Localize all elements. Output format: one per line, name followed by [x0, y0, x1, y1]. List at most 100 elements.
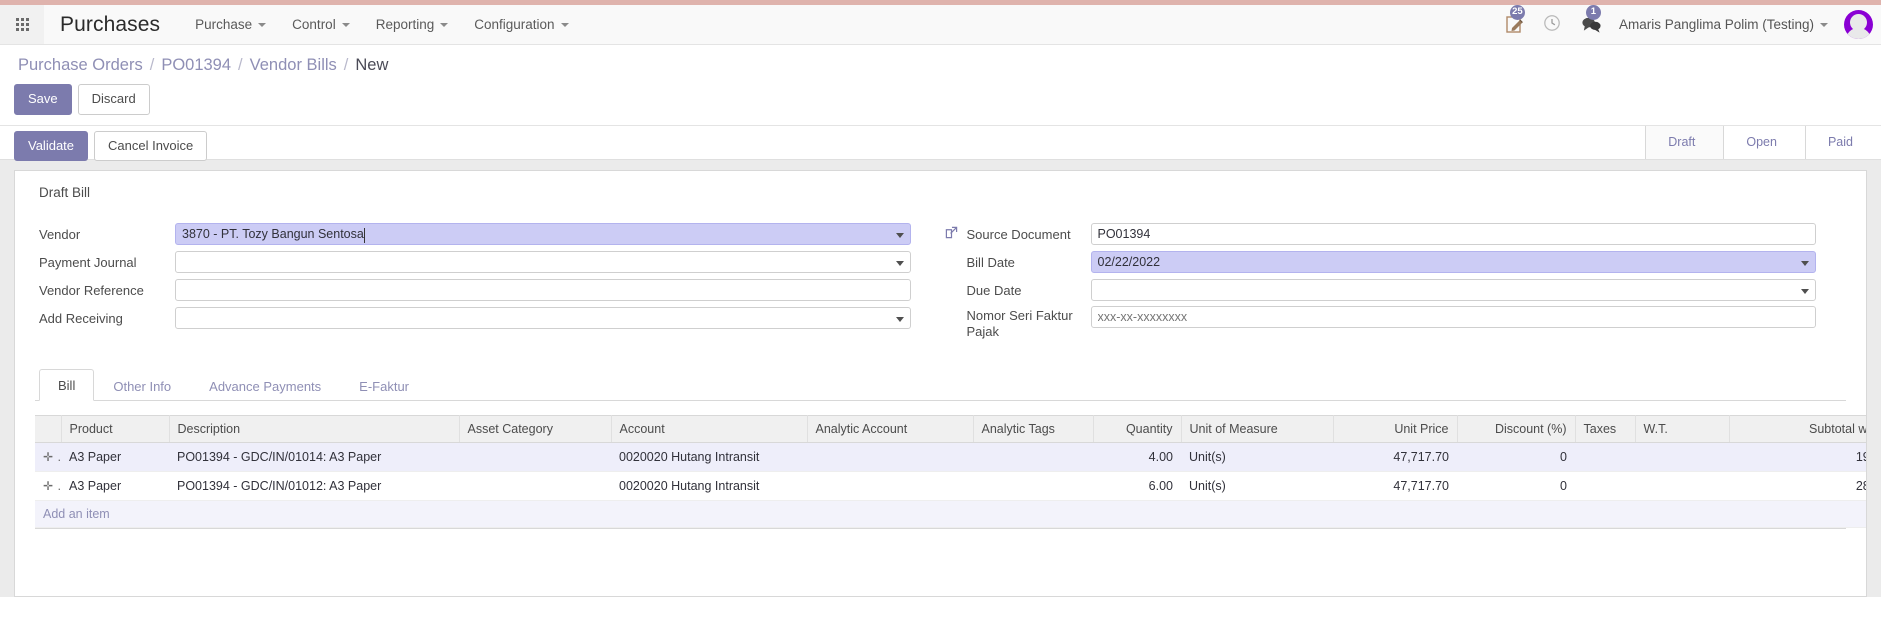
user-menu-label: Amaris Panglima Polim (Testing) — [1618, 17, 1814, 32]
cell-description[interactable]: PO01394 - GDC/IN/01014: A3 Paper — [169, 442, 459, 473]
table-header-asset-category[interactable]: Asset Category — [459, 415, 612, 444]
breadcrumb-item-vendor-bills[interactable]: Vendor Bills — [250, 56, 337, 75]
tab-other-info[interactable]: Other Info — [94, 370, 190, 401]
table-header-analytic-account[interactable]: Analytic Account — [807, 415, 974, 444]
table-row[interactable]: ✛ A3 Paper PO01394 - GDC/IN/01014: A3 Pa… — [35, 442, 1866, 473]
apps-menu-toggle[interactable] — [0, 5, 44, 44]
status-badge-open[interactable]: Open — [1723, 125, 1805, 159]
add-item-row[interactable]: Add an item — [35, 500, 1866, 529]
add-an-item-link[interactable]: Add an item — [43, 507, 110, 521]
cell-description[interactable]: PO01394 - GDC/IN/01012: A3 Paper — [169, 471, 459, 502]
chevron-down-icon — [895, 233, 904, 239]
field-label-source-document: Source Document — [966, 226, 1071, 242]
table-header-subtotal[interactable]: Subtotal w/o Tax — [1729, 415, 1866, 444]
breadcrumb-item-po01394[interactable]: PO01394 — [161, 56, 231, 75]
table-header-unit-price[interactable]: Unit Price — [1333, 415, 1458, 444]
chevron-down-icon — [1801, 261, 1809, 267]
table-header-quantity[interactable]: Quantity — [1093, 415, 1182, 444]
cell-analytic-tags[interactable] — [973, 442, 1093, 473]
table-header-discount[interactable]: Discount (%) — [1457, 415, 1576, 444]
breadcrumb-separator: / — [343, 56, 349, 74]
table-header-taxes[interactable]: Taxes — [1575, 415, 1636, 444]
menu-item-reporting[interactable]: Reporting — [363, 5, 462, 44]
cell-account[interactable]: 0020020 Hutang Intransit — [611, 471, 807, 502]
table-row[interactable]: ✛ A3 Paper PO01394 - GDC/IN/01012: A3 Pa… — [35, 471, 1866, 502]
cell-analytic-tags[interactable] — [973, 471, 1093, 502]
tab-e-faktur[interactable]: E-Faktur — [340, 370, 428, 401]
status-badge-paid[interactable]: Paid — [1804, 125, 1881, 159]
clock-button[interactable] — [1543, 14, 1565, 36]
status-open-label: Open — [1746, 135, 1777, 150]
add-item-cell[interactable]: Add an item — [35, 500, 1866, 529]
control-panel-buttons: Save Discard — [0, 81, 1881, 126]
cell-account[interactable]: 0020020 Hutang Intransit — [611, 442, 807, 473]
tab-bill[interactable]: Bill — [39, 369, 95, 402]
menu-item-purchase[interactable]: Purchase — [182, 5, 279, 44]
activities-badge: 25 — [1509, 4, 1525, 20]
cell-discount[interactable]: 0 — [1457, 442, 1575, 473]
table-header-row: Product Description Asset Category Accou… — [35, 415, 1866, 444]
cell-analytic-account[interactable] — [807, 471, 973, 502]
cell-taxes[interactable] — [1575, 442, 1635, 473]
status-badge-draft[interactable]: Draft — [1645, 125, 1724, 159]
activities-button[interactable]: 25 — [1505, 4, 1527, 36]
payment-journal-select[interactable] — [175, 251, 911, 274]
table-header-analytic-tags[interactable]: Analytic Tags — [973, 415, 1094, 444]
row-drag-cell[interactable]: ✛ — [35, 471, 61, 502]
cell-wt[interactable] — [1635, 442, 1729, 473]
user-menu-toggle[interactable]: Amaris Panglima Polim (Testing) — [1619, 17, 1828, 32]
app-brand-title: Purchases — [60, 12, 161, 36]
cell-asset-category[interactable] — [459, 442, 611, 473]
cell-uom[interactable]: Unit(s) — [1181, 442, 1333, 473]
table-header-unit-of-measure[interactable]: Unit of Measure — [1181, 415, 1334, 444]
cell-wt[interactable] — [1635, 471, 1729, 502]
tab-advance-payments[interactable]: Advance Payments — [190, 370, 340, 401]
chevron-down-icon — [895, 317, 904, 323]
breadcrumb-separator: / — [149, 56, 155, 74]
clock-icon — [1544, 14, 1560, 31]
nomor-seri-faktur-pajak-input[interactable] — [1090, 305, 1816, 328]
discard-button[interactable]: Discard — [77, 84, 150, 115]
cell-product[interactable]: A3 Paper — [61, 471, 169, 502]
cell-asset-category[interactable] — [459, 471, 611, 502]
vendor-reference-input[interactable] — [175, 279, 911, 302]
source-document-input[interactable]: PO01394 — [1090, 223, 1816, 246]
chevron-down-icon — [1801, 289, 1809, 295]
bill-date-input[interactable]: 02/22/2022 — [1090, 251, 1816, 274]
cell-analytic-account[interactable] — [807, 442, 973, 473]
field-row-payment-journal: Payment Journal — [35, 250, 941, 275]
menu-item-control-label: Control — [292, 17, 336, 32]
menu-item-control[interactable]: Control — [279, 5, 363, 44]
menu-item-configuration[interactable]: Configuration — [461, 5, 581, 44]
external-link-icon[interactable] — [945, 226, 958, 242]
chevron-down-icon — [341, 22, 350, 27]
row-drag-cell[interactable]: ✛ — [35, 442, 61, 473]
cell-unit-price[interactable]: 47,717.70 — [1333, 471, 1457, 502]
cell-uom[interactable]: Unit(s) — [1181, 471, 1333, 502]
cell-product[interactable]: A3 Paper — [61, 442, 169, 473]
cell-unit-price[interactable]: 47,717.70 — [1333, 442, 1457, 473]
notebook: Bill Other Info Advance Payments E-Faktu… — [35, 369, 1866, 539]
table-header-account[interactable]: Account — [611, 415, 808, 444]
save-button[interactable]: Save — [14, 84, 72, 115]
cell-quantity[interactable]: 4.00 — [1093, 442, 1181, 473]
drag-handle-icon[interactable]: ✛ — [43, 450, 57, 464]
field-row-add-receiving: Add Receiving — [35, 306, 941, 331]
field-row-source-document: Source Document PO01394 — [941, 222, 1847, 247]
messages-button[interactable]: 1 — [1581, 4, 1603, 36]
cell-taxes[interactable] — [1575, 471, 1635, 502]
avatar[interactable] — [1844, 10, 1873, 39]
table-header-product[interactable]: Product — [61, 415, 170, 444]
vendor-select[interactable]: 3870 - PT. Tozy Bangun Sentosa — [175, 223, 911, 246]
field-label-source-document-wrap: Source Document — [941, 226, 1091, 242]
validate-button[interactable]: Validate — [14, 130, 89, 162]
table-header-description[interactable]: Description — [169, 415, 460, 444]
drag-handle-icon[interactable]: ✛ — [43, 479, 57, 493]
add-receiving-select[interactable] — [175, 307, 911, 330]
cell-discount[interactable]: 0 — [1457, 471, 1575, 502]
breadcrumb-item-purchase-orders[interactable]: Purchase Orders — [18, 56, 143, 75]
table-header-wt[interactable]: W.T. — [1635, 415, 1730, 444]
cell-quantity[interactable]: 6.00 — [1093, 471, 1181, 502]
cancel-invoice-button[interactable]: Cancel Invoice — [94, 130, 208, 162]
due-date-input[interactable] — [1090, 279, 1816, 302]
